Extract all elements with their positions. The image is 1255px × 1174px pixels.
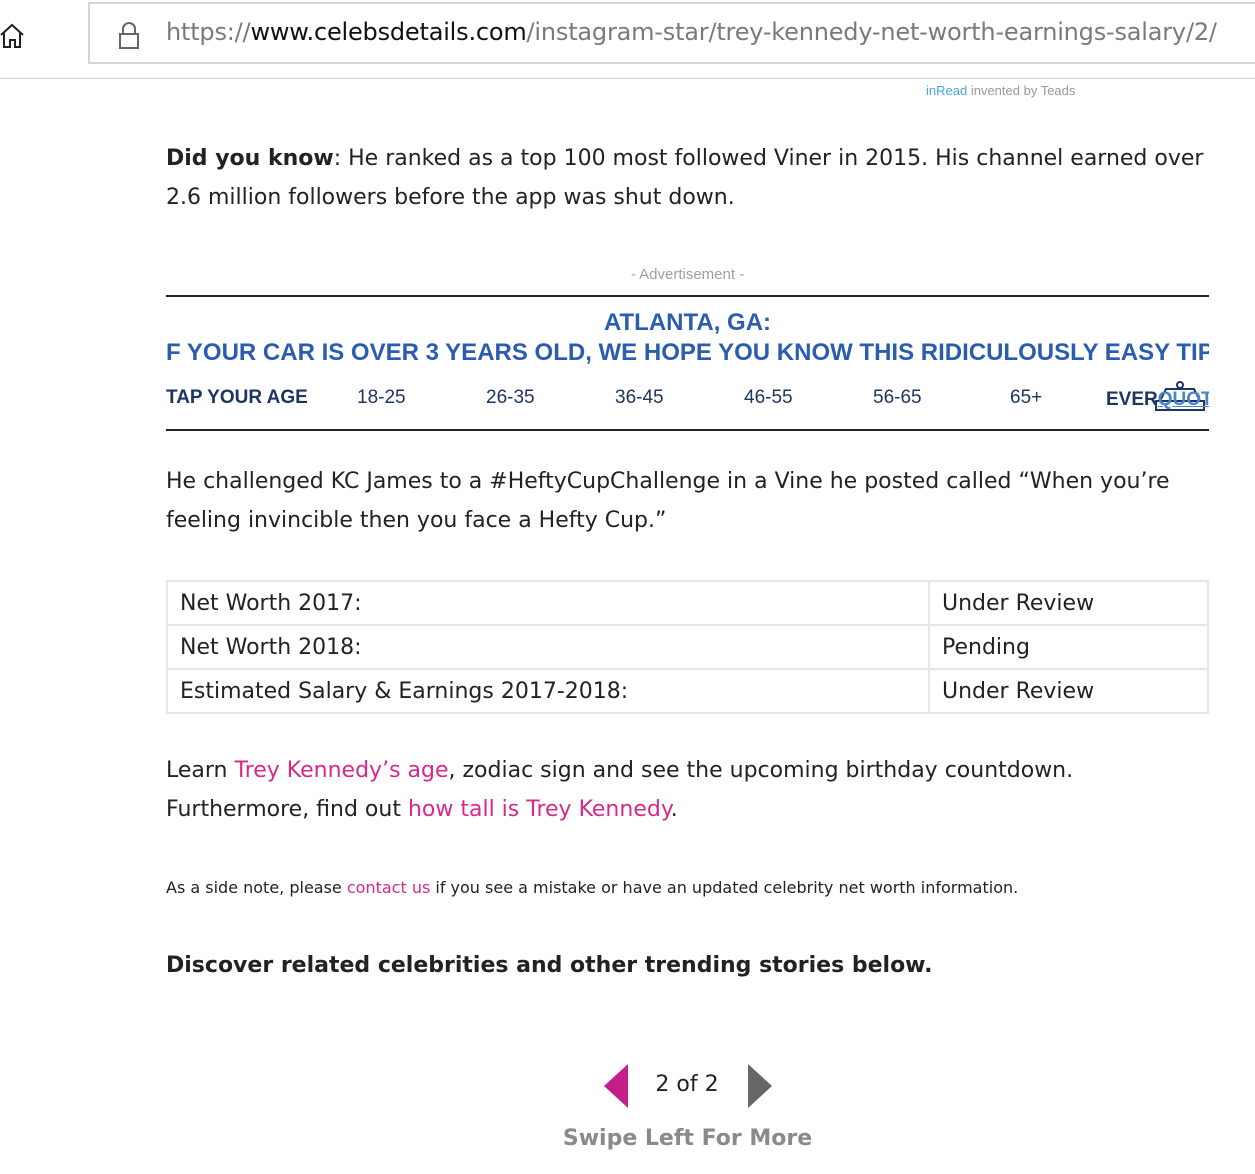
table-row: Net Worth 2017: Under Review: [166, 580, 1209, 626]
ad-age-option[interactable]: 65+: [1010, 387, 1042, 409]
advertisement-label: - Advertisement -: [630, 266, 745, 283]
advertisement-banner[interactable]: ATLANTA, GA: F YOUR CAR IS OVER 3 YEARS …: [166, 295, 1209, 431]
logo-left: EVER: [1106, 389, 1158, 410]
ad-age-row: TAP YOUR AGE 18-25 26-35 36-45 46-55 56-…: [166, 381, 1209, 413]
inread-link[interactable]: inRead: [926, 83, 967, 98]
swipe-hint: Swipe Left For More: [562, 1126, 813, 1151]
table-cell-value: Under Review: [928, 668, 1209, 714]
teads-invented-by: invented by Teads: [970, 83, 1076, 98]
next-page-button[interactable]: [746, 1064, 774, 1108]
chevron-left-icon: [604, 1064, 628, 1108]
table-cell-label: Estimated Salary & Earnings 2017-2018:: [166, 668, 930, 714]
learn-block: Learn Trey Kennedy’s age, zodiac sign an…: [166, 751, 1209, 829]
age-link[interactable]: Trey Kennedy’s age: [234, 758, 448, 783]
challenge-paragraph: He challenged KC James to a #HeftyCupCha…: [166, 469, 1170, 533]
pagination: 2 of 2: [600, 1064, 780, 1110]
ad-headline[interactable]: F YOUR CAR IS OVER 3 YEARS OLD, WE HOPE …: [166, 339, 1209, 367]
discover-heading: Discover related celebrities and other t…: [166, 953, 933, 978]
table-row: Estimated Salary & Earnings 2017-2018: U…: [166, 668, 1209, 714]
did-you-know-paragraph: Did you know: He ranked as a top 100 mos…: [166, 139, 1209, 217]
url-text: https://www.celebsdetails.com/instagram-…: [166, 18, 1217, 46]
learn-suffix: .: [670, 797, 678, 822]
note-suffix: if you see a mistake or have an updated …: [430, 878, 1019, 897]
everquote-wordmark: EVERQUOT: [1106, 389, 1209, 411]
ad-age-option[interactable]: 36-45: [615, 387, 664, 409]
table-cell-label: Net Worth 2017:: [166, 580, 930, 626]
ad-age-option[interactable]: 18-25: [357, 387, 406, 409]
prev-page-button[interactable]: [602, 1064, 630, 1108]
chevron-right-icon: [748, 1064, 772, 1108]
url-path: /instagram-star/trey-kennedy-net-worth-e…: [526, 18, 1217, 46]
teads-credit: inRead invented by Teads: [926, 83, 1075, 98]
learn-prefix: Learn: [166, 758, 235, 783]
challenge-block: He challenged KC James to a #HeftyCupCha…: [166, 462, 1209, 540]
learn-paragraph: Learn Trey Kennedy’s age, zodiac sign an…: [166, 751, 1209, 829]
net-worth-table: Net Worth 2017: Under Review Net Worth 2…: [166, 580, 1209, 714]
did-you-know-label: Did you know: [166, 146, 334, 171]
lock-icon: [118, 22, 140, 50]
height-link[interactable]: how tall is Trey Kennedy: [408, 797, 671, 822]
browser-toolbar: https://www.celebsdetails.com/instagram-…: [0, 0, 1255, 79]
ad-age-option[interactable]: 26-35: [486, 387, 535, 409]
page-indicator: 2 of 2: [655, 1072, 719, 1097]
everquote-logo[interactable]: EVERQUOT: [1106, 379, 1209, 415]
side-note: As a side note, please contact us if you…: [166, 878, 1018, 897]
did-you-know-block: Did you know: He ranked as a top 100 mos…: [166, 139, 1209, 217]
url-host: www.celebsdetails.com: [250, 18, 527, 46]
table-row: Net Worth 2018: Pending: [166, 624, 1209, 670]
table-cell-value: Under Review: [928, 580, 1209, 626]
table-cell-label: Net Worth 2018:: [166, 624, 930, 670]
logo-right: QUOT: [1157, 389, 1209, 410]
ad-city: ATLANTA, GA:: [603, 309, 772, 336]
address-bar[interactable]: https://www.celebsdetails.com/instagram-…: [88, 2, 1255, 64]
ad-tap-label: TAP YOUR AGE: [166, 387, 308, 408]
table-cell-value: Pending: [928, 624, 1209, 670]
ad-age-option[interactable]: 46-55: [744, 387, 793, 409]
home-icon[interactable]: [0, 20, 26, 50]
url-scheme: https://: [166, 18, 251, 46]
note-prefix: As a side note, please: [166, 878, 347, 897]
contact-us-link[interactable]: contact us: [347, 878, 430, 897]
ad-age-option[interactable]: 56-65: [873, 387, 922, 409]
